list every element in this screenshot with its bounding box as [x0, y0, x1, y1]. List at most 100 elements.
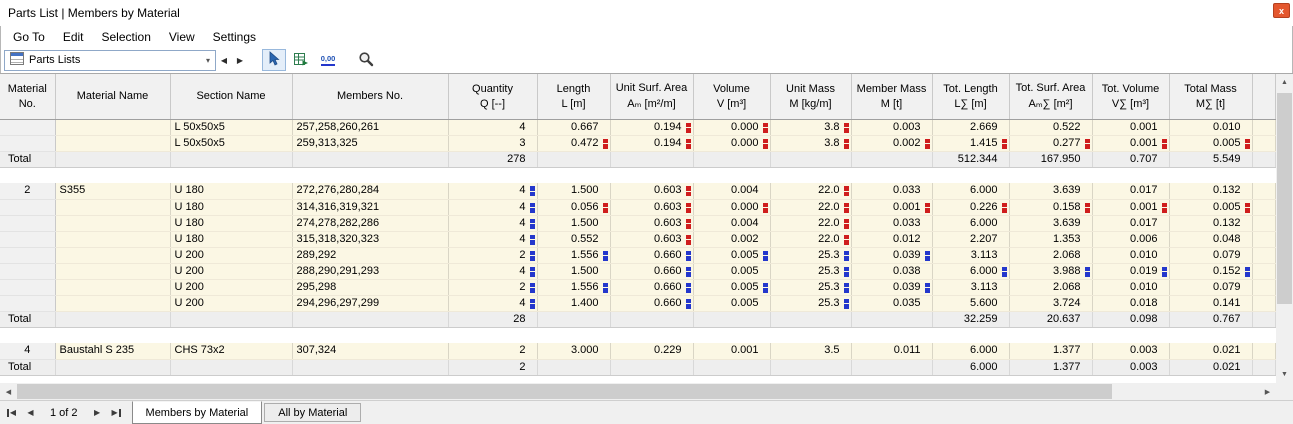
cell[interactable]: U 180 — [170, 231, 292, 247]
cell[interactable]: 6.000 — [932, 343, 1009, 359]
cell[interactable] — [693, 359, 770, 375]
cell[interactable]: 0.006 — [1092, 231, 1169, 247]
cell[interactable]: 2.068 — [1009, 279, 1092, 295]
cell[interactable]: 0.005 — [693, 295, 770, 311]
cell[interactable] — [0, 279, 55, 295]
last-table-button[interactable]: ▶ — [107, 401, 126, 424]
cell[interactable]: 0.048 — [1169, 231, 1252, 247]
cell[interactable]: 0.010 — [1092, 279, 1169, 295]
column-header[interactable]: Tot. Surf. AreaAₘ∑ [m²] — [1009, 74, 1092, 119]
menu-edit[interactable]: Edit — [54, 27, 93, 47]
cell[interactable]: 0.011 — [851, 343, 932, 359]
cell[interactable]: 274,278,282,286 — [292, 215, 448, 231]
cell[interactable]: 4 — [448, 263, 537, 279]
cell[interactable]: 3.639 — [1009, 183, 1092, 199]
column-header[interactable]: VolumeV [m³] — [693, 74, 770, 119]
cell[interactable] — [55, 263, 170, 279]
cell[interactable]: 0.056 — [537, 199, 610, 215]
cell[interactable]: 0.039 — [851, 279, 932, 295]
cell[interactable]: 0.603 — [610, 199, 693, 215]
column-header[interactable]: Member MassM [t] — [851, 74, 932, 119]
cell[interactable]: 0.039 — [851, 247, 932, 263]
menu-goto[interactable]: Go To — [4, 27, 54, 47]
cell[interactable] — [0, 247, 55, 263]
cell[interactable]: 25.3 — [770, 263, 851, 279]
cell[interactable]: 0.017 — [1092, 215, 1169, 231]
cell[interactable]: 0.277 — [1009, 135, 1092, 151]
cell[interactable] — [693, 311, 770, 327]
cell[interactable]: 0.035 — [851, 295, 932, 311]
menu-settings[interactable]: Settings — [204, 27, 265, 47]
cell[interactable]: 0.229 — [610, 343, 693, 359]
cell[interactable] — [0, 199, 55, 215]
cell[interactable] — [292, 359, 448, 375]
cell[interactable] — [0, 119, 55, 135]
cell[interactable]: 512.344 — [932, 151, 1009, 167]
cell[interactable]: 0.003 — [851, 119, 932, 135]
cell[interactable]: U 200 — [170, 247, 292, 263]
cell[interactable]: 0.603 — [610, 231, 693, 247]
cell[interactable]: 0.079 — [1169, 279, 1252, 295]
cell[interactable]: 1.500 — [537, 263, 610, 279]
cell[interactable]: 6.000 — [932, 263, 1009, 279]
cell[interactable]: 0.001 — [693, 343, 770, 359]
cell[interactable]: 32.259 — [932, 311, 1009, 327]
scroll-right-icon[interactable]: ▶ — [1259, 383, 1276, 400]
cell[interactable]: 3.639 — [1009, 215, 1092, 231]
cell[interactable]: 4 — [0, 343, 55, 359]
cell[interactable] — [693, 151, 770, 167]
tab-all-by-material[interactable]: All by Material — [264, 403, 361, 422]
cell[interactable] — [610, 359, 693, 375]
cell[interactable]: 0.707 — [1092, 151, 1169, 167]
cell[interactable]: 3.113 — [932, 279, 1009, 295]
cell[interactable]: 0.004 — [693, 183, 770, 199]
cell[interactable]: 288,290,291,293 — [292, 263, 448, 279]
cell[interactable]: 0.002 — [693, 231, 770, 247]
cell[interactable]: 4 — [448, 199, 537, 215]
cell[interactable]: 0.000 — [693, 199, 770, 215]
cell[interactable]: 0.005 — [1169, 199, 1252, 215]
cell[interactable]: 3.000 — [537, 343, 610, 359]
cell[interactable]: 4 — [448, 119, 537, 135]
cell[interactable] — [610, 311, 693, 327]
cell[interactable]: U 180 — [170, 183, 292, 199]
parts-lists-dropdown[interactable]: Parts Lists ▾ — [4, 50, 216, 71]
cell[interactable]: 0.033 — [851, 183, 932, 199]
cell[interactable]: 0.018 — [1092, 295, 1169, 311]
cell[interactable] — [55, 295, 170, 311]
cell[interactable] — [851, 151, 932, 167]
cell[interactable] — [170, 359, 292, 375]
column-header[interactable]: LengthL [m] — [537, 74, 610, 119]
cell[interactable] — [0, 135, 55, 151]
cell[interactable]: 3.724 — [1009, 295, 1092, 311]
cell[interactable]: 0.017 — [1092, 183, 1169, 199]
column-header[interactable]: Material Name — [55, 74, 170, 119]
cell[interactable]: S355 — [55, 183, 170, 199]
tab-members-by-material[interactable]: Members by Material — [132, 401, 263, 424]
cell[interactable]: 5.600 — [932, 295, 1009, 311]
cell[interactable] — [55, 199, 170, 215]
column-header[interactable]: Unit Surf. AreaAₘ [m²/m] — [610, 74, 693, 119]
cell[interactable]: 0.667 — [537, 119, 610, 135]
next-table-button[interactable]: ▶ — [232, 51, 248, 70]
cell[interactable]: 1.500 — [537, 215, 610, 231]
cell[interactable] — [55, 231, 170, 247]
cell[interactable]: 2 — [448, 247, 537, 263]
cell[interactable] — [537, 359, 610, 375]
cell[interactable]: 295,298 — [292, 279, 448, 295]
search-button[interactable] — [354, 49, 378, 71]
cell[interactable]: 25.3 — [770, 279, 851, 295]
cell[interactable]: 0.660 — [610, 279, 693, 295]
cell[interactable]: 0.660 — [610, 295, 693, 311]
cell[interactable] — [55, 279, 170, 295]
cell[interactable]: 0.010 — [1169, 119, 1252, 135]
cell[interactable]: 2.669 — [932, 119, 1009, 135]
cell[interactable] — [0, 215, 55, 231]
cell[interactable]: 2.207 — [932, 231, 1009, 247]
cell[interactable]: 22.0 — [770, 199, 851, 215]
cell[interactable] — [770, 359, 851, 375]
first-table-button[interactable]: ◀ — [2, 401, 21, 424]
cell[interactable] — [170, 311, 292, 327]
cell[interactable]: 1.377 — [1009, 359, 1092, 375]
scroll-left-icon[interactable]: ◀ — [0, 383, 17, 400]
